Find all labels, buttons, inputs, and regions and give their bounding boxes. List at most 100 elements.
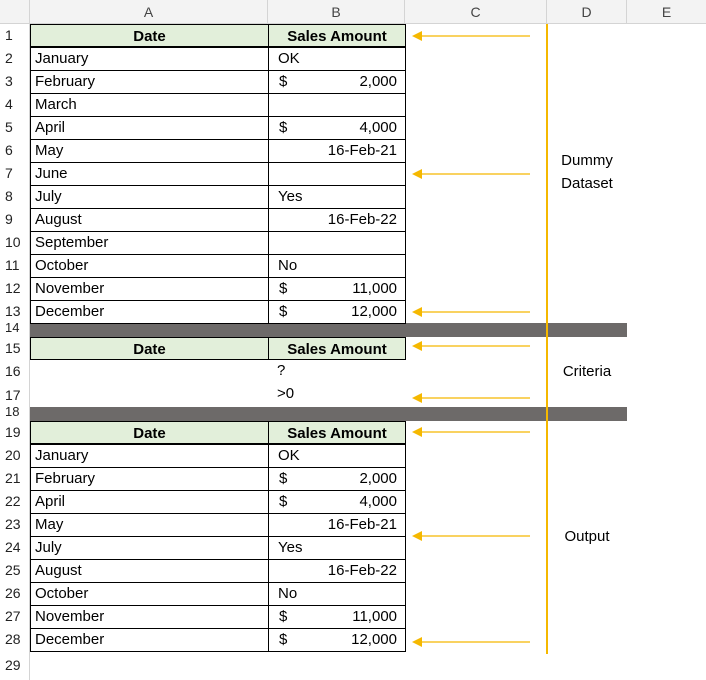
output-date-cell[interactable]: December (30, 628, 269, 652)
dataset-sales-cell[interactable]: 16-Feb-22 (268, 208, 406, 232)
output-sales-cell[interactable]: OK (268, 444, 406, 468)
output-date-cell[interactable]: October (30, 582, 269, 606)
output-sales-cell[interactable]: $11,000 (268, 605, 406, 629)
dataset-sales-cell[interactable]: OK (268, 47, 406, 71)
row-header[interactable]: 5 (0, 116, 30, 139)
dataset-sales-cell[interactable]: $4,000 (268, 116, 406, 140)
output-date-cell[interactable]: November (30, 605, 269, 629)
output-sales-cell[interactable]: $12,000 (268, 628, 406, 652)
cell-text: March (35, 96, 77, 113)
row-header[interactable]: 3 (0, 70, 30, 93)
output-sales-cell[interactable]: Yes (268, 536, 406, 560)
criteria-date-header[interactable]: Date (30, 337, 269, 360)
left-arrow-icon (412, 393, 530, 403)
column-header-a[interactable]: A (30, 0, 268, 24)
dataset-date-cell[interactable]: July (30, 185, 269, 209)
amount-value: 4,000 (359, 493, 397, 510)
dataset-date-cell[interactable]: December (30, 300, 269, 324)
row-header[interactable]: 2 (0, 47, 30, 70)
dataset-date-cell[interactable]: June (30, 162, 269, 186)
dataset-date-cell[interactable]: August (30, 208, 269, 232)
column-header-b[interactable]: B (268, 0, 405, 24)
dataset-sales-cell[interactable]: $2,000 (268, 70, 406, 94)
dataset-sales-cell[interactable]: $11,000 (268, 277, 406, 301)
dataset-sales-header[interactable]: Sales Amount (268, 24, 406, 47)
dataset-sales-cell[interactable] (268, 93, 406, 117)
text-value: ? (277, 362, 286, 379)
row-header[interactable]: 22 (0, 490, 30, 513)
row-header[interactable]: 7 (0, 162, 30, 185)
row-header[interactable]: 21 (0, 467, 30, 490)
cell-text: April (35, 119, 66, 136)
select-all-corner[interactable] (0, 0, 30, 24)
column-header-e[interactable]: E (627, 0, 706, 24)
row-header[interactable]: 16 (0, 360, 30, 383)
row-header[interactable]: 19 (0, 421, 30, 444)
row-header[interactable]: 6 (0, 139, 30, 162)
dataset-sales-cell[interactable]: $12,000 (268, 300, 406, 324)
row-header[interactable]: 18 (0, 405, 30, 421)
row-header[interactable]: 26 (0, 582, 30, 605)
row-header[interactable]: 10 (0, 231, 30, 254)
dataset-sales-cell[interactable]: No (268, 254, 406, 278)
row-header[interactable]: 24 (0, 536, 30, 559)
dataset-sales-cell[interactable] (268, 231, 406, 255)
dataset-date-header[interactable]: Date (30, 24, 269, 47)
criteria-date-cell[interactable] (30, 383, 269, 407)
output-sales-header[interactable]: Sales Amount (268, 421, 406, 444)
column-header-d[interactable]: D (547, 0, 627, 24)
dataset-date-cell[interactable]: February (30, 70, 269, 94)
output-date-cell[interactable]: May (30, 513, 269, 537)
row-header[interactable]: 27 (0, 605, 30, 628)
worksheet-grid[interactable]: Date Sales Amount Date Sales Amount Date… (30, 24, 706, 680)
row-header[interactable]: 8 (0, 185, 30, 208)
output-date-cell[interactable]: July (30, 536, 269, 560)
bracket-line (546, 24, 548, 654)
currency-symbol: $ (279, 470, 288, 487)
dataset-date-cell[interactable]: April (30, 116, 269, 140)
column-header-c[interactable]: C (405, 0, 547, 24)
output-sales-cell[interactable]: No (268, 582, 406, 606)
row-header[interactable]: 4 (0, 93, 30, 116)
row-header[interactable]: 23 (0, 513, 30, 536)
row-header[interactable]: 25 (0, 559, 30, 582)
dataset-sales-cell[interactable]: Yes (268, 185, 406, 209)
output-sales-cell[interactable]: $2,000 (268, 467, 406, 491)
dataset-date-cell[interactable]: January (30, 47, 269, 71)
output-sales-cell[interactable]: 16-Feb-21 (268, 513, 406, 537)
dataset-date-cell[interactable]: March (30, 93, 269, 117)
row-header[interactable]: 1 (0, 24, 30, 47)
cell-text: November (35, 608, 105, 625)
row-header[interactable]: 11 (0, 254, 30, 277)
amount-value: 2,000 (359, 470, 397, 487)
row-header[interactable]: 28 (0, 628, 30, 651)
criteria-date-cell[interactable] (30, 360, 269, 384)
criteria-sales-cell[interactable]: ? (268, 360, 406, 384)
row-header[interactable]: 9 (0, 208, 30, 231)
output-date-cell[interactable]: February (30, 467, 269, 491)
output-date-header[interactable]: Date (30, 421, 269, 444)
criteria-sales-cell[interactable]: >0 (268, 383, 406, 407)
dataset-sales-cell[interactable] (268, 162, 406, 186)
dataset-sales-cell[interactable]: 16-Feb-21 (268, 139, 406, 163)
output-date-cell[interactable]: January (30, 444, 269, 468)
amount-value: 4,000 (359, 119, 397, 136)
text-value: >0 (277, 385, 295, 402)
row-header[interactable]: 12 (0, 277, 30, 300)
output-date-cell[interactable]: April (30, 490, 269, 514)
dataset-date-cell[interactable]: May (30, 139, 269, 163)
dataset-date-cell[interactable]: September (30, 231, 269, 255)
dataset-label-line1: Dummy (561, 152, 613, 169)
row-header[interactable]: 20 (0, 444, 30, 467)
criteria-sales-header[interactable]: Sales Amount (268, 337, 406, 360)
output-date-cell[interactable]: August (30, 559, 269, 583)
row-header[interactable]: 15 (0, 337, 30, 360)
row-header[interactable]: 29 (0, 651, 30, 680)
row-header[interactable]: 14 (0, 321, 30, 337)
dataset-date-cell[interactable]: November (30, 277, 269, 301)
output-sales-cell[interactable]: $4,000 (268, 490, 406, 514)
amount-value: 12,000 (351, 631, 397, 648)
output-sales-cell[interactable]: 16-Feb-22 (268, 559, 406, 583)
separator-bar (30, 323, 627, 337)
dataset-date-cell[interactable]: October (30, 254, 269, 278)
